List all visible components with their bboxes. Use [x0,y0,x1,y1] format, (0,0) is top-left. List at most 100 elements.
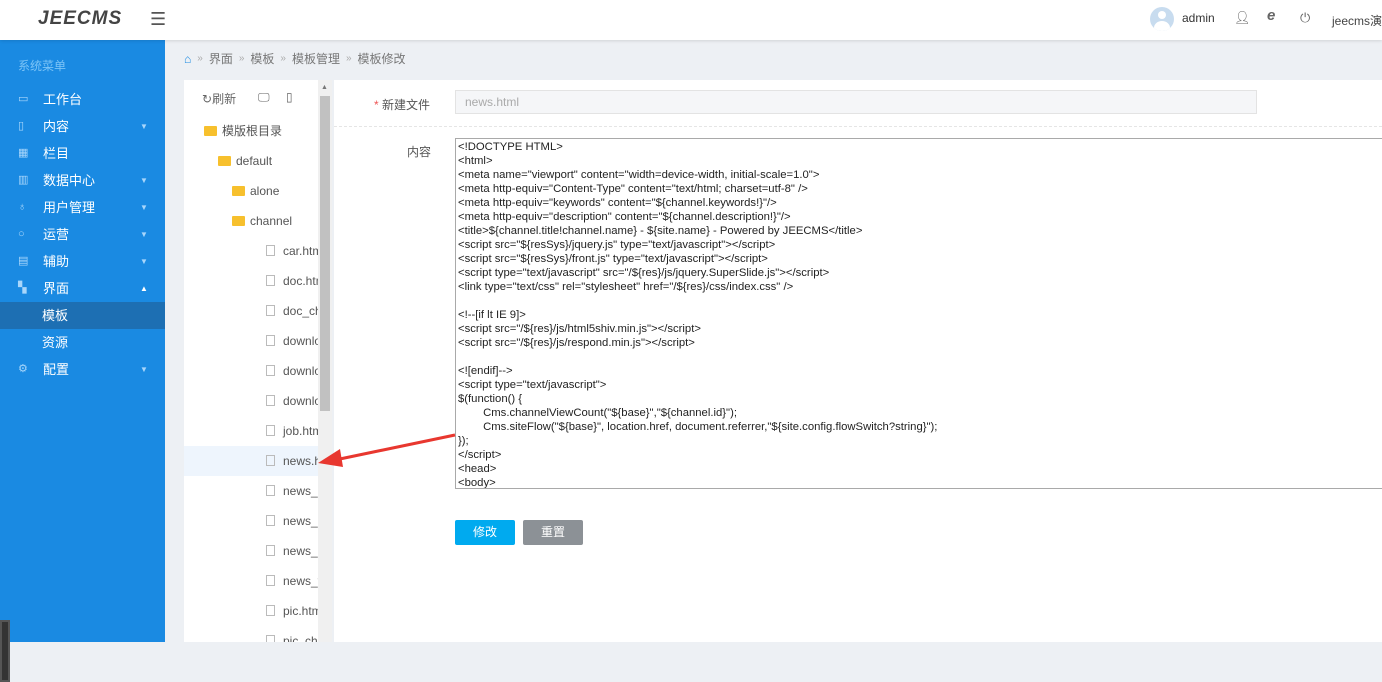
content-label: 内容 [407,145,432,159]
site-name[interactable]: jeecms演 [1332,12,1382,29]
mobile-view-icon[interactable]: ▯ [286,90,293,104]
tree-item[interactable]: news_wldc [184,566,318,596]
top-bar: JEECMS ☰ admin 👤︎ e ⏻ jeecms演 [0,0,1382,40]
folder-icon [204,126,217,136]
submit-button[interactable]: 修改 [455,520,515,545]
sidebar-item-label: 内容 [43,119,70,134]
tree-item[interactable]: download_ [184,356,318,386]
tree-item-label: car.html [283,244,318,258]
sidebar-item[interactable]: 模板 [0,302,165,329]
browser-icon[interactable]: e [1267,7,1275,24]
tree-item-label: download. [283,334,318,348]
caret-down-icon: ▼ [140,122,148,131]
breadcrumb-item[interactable]: 界面 [209,50,233,67]
user-settings-icon[interactable]: 👤︎ [1234,10,1251,26]
breadcrumb-item[interactable]: 模板管理 [292,50,340,67]
sidebar-item[interactable]: ▤ 辅助 ▼ [0,248,165,275]
avatar [1150,7,1174,31]
sidebar-item-label: 栏目 [43,146,70,161]
box-icon: ▤ [18,255,29,267]
tree-item[interactable]: car.html [184,236,318,266]
power-icon[interactable]: ⏻ [1300,10,1310,26]
sidebar-item[interactable]: ○ 运营 ▼ [0,221,165,248]
desktop-view-icon[interactable]: 🖵︎ [258,90,270,105]
sidebar-item-label: 配置 [43,362,70,377]
user-icon: ♁ [18,201,27,213]
file-icon [266,635,275,642]
chart-icon: ▥ [18,174,29,186]
file-icon [266,275,275,286]
sidebar-item-label: 模板 [42,308,69,323]
home-icon[interactable]: ⌂ [184,52,191,66]
tree-item[interactable]: download_ [184,386,318,416]
file-icon [266,245,275,256]
file-icon [266,305,275,316]
tree-item[interactable]: news_surv [184,536,318,566]
scroll-thumb[interactable] [320,96,330,411]
breadcrumb: ⌂ » 界面 » 模板 » 模板管理 » 模板修改 [184,50,406,67]
tree-item[interactable]: doc.html [184,266,318,296]
tree-item-label: news_chil [283,484,318,498]
content-textarea[interactable]: <!DOCTYPE HTML> <html> <meta name="viewp… [455,138,1382,489]
tree-item[interactable]: pic.html [184,596,318,626]
tree-item[interactable]: alone [184,176,318,206]
document-icon: ▯ [18,120,25,132]
scroll-up-icon[interactable]: ▲ [321,84,328,91]
gear-icon: ⚙ [18,363,28,375]
sidebar-item-label: 用户管理 [43,200,96,215]
tree-item-label: doc_child. [283,304,318,318]
caret-down-icon: ▼ [140,176,148,185]
breadcrumb-item: 模板修改 [357,52,406,66]
reset-button[interactable]: 重置 [523,520,583,545]
user-menu[interactable]: admin [1150,7,1215,31]
caret-down-icon: ▼ [140,230,148,239]
file-icon [266,365,275,376]
sidebar-item[interactable]: ♁ 用户管理 ▼ [0,194,165,221]
sidebar-item-label: 数据中心 [43,173,96,188]
sidebar-title: 系统菜单 [18,59,67,73]
tree-item[interactable]: doc_child. [184,296,318,326]
sidebar-item[interactable]: ▯ 内容 ▼ [0,113,165,140]
refresh-icon: ↻ [202,92,213,106]
refresh-label: 刷新 [212,92,237,106]
sidebar-item-label: 工作台 [43,92,83,107]
file-icon [266,455,275,466]
tree-item-label: download_ [283,364,318,378]
tree-item[interactable]: 模版根目录 [184,116,318,146]
file-icon [266,425,275,436]
file-icon [266,485,275,496]
resize-handle[interactable] [0,620,10,682]
filename-input[interactable]: news.html [455,90,1257,114]
tree-item[interactable]: channel [184,206,318,236]
sidebar-item-label: 辅助 [43,254,70,269]
tree-item[interactable]: job.html [184,416,318,446]
sidebar-item[interactable]: 资源 [0,329,165,356]
tree-item-label: pic_child.h [283,634,318,642]
tree-item[interactable]: download. [184,326,318,356]
file-icon [266,575,275,586]
sidebar-item[interactable]: ⚙ 配置 ▼ [0,356,165,383]
tree-scrollbar[interactable]: ▲ [318,80,332,642]
tree-item[interactable]: news.html [184,446,318,476]
logo: JEECMS [38,8,123,29]
menu-toggle-icon[interactable]: ☰ [150,9,166,30]
caret-down-icon: ▼ [140,203,148,212]
caret-down-icon: ▼ [140,257,148,266]
folder-icon [232,186,245,196]
filename-label: * 新建文件 [374,98,431,112]
tree-item[interactable]: news_chil [184,476,318,506]
sidebar-item[interactable]: ▥ 数据中心 ▼ [0,167,165,194]
sidebar-item[interactable]: ▦ 栏目 [0,140,165,167]
sidebar-item-label: 资源 [42,335,69,350]
caret-down-icon: ▼ [140,365,148,374]
tree-item[interactable]: news_mes [184,506,318,536]
sidebar-item[interactable]: ▭ 工作台 [0,86,165,113]
sidebar-item[interactable]: ▚ 界面 ▲ [0,275,165,302]
breadcrumb-item[interactable]: 模板 [250,50,274,67]
tree-item[interactable]: pic_child.h [184,626,318,642]
tree-item-label: news.html [283,454,318,468]
refresh-button[interactable]: ↻刷新 [202,90,236,107]
template-tree: ↻刷新 🖵︎ ▯ 模版根目录 default alone channel car.htm… [184,80,318,642]
tree-item-label: download_ [283,394,318,408]
tree-item[interactable]: default [184,146,318,176]
